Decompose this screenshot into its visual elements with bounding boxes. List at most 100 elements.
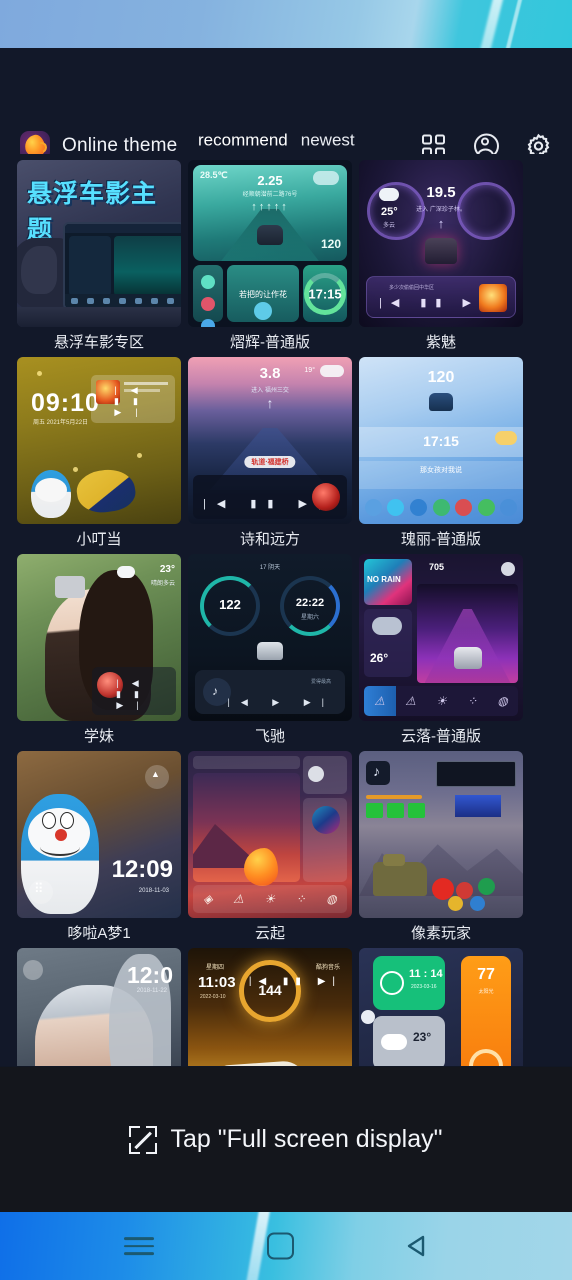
dock-icon xyxy=(478,878,495,895)
weather-text: 多云 xyxy=(383,223,396,229)
theme-thumbnail[interactable]: NO RAIN 26° 705 ⚠ ⚠ ☀ ⁘ ◍ xyxy=(359,554,523,721)
theme-label: 学妹 xyxy=(83,728,114,745)
cloud-icon xyxy=(313,171,339,185)
theme-card[interactable]: NO RAIN 26° 705 ⚠ ⚠ ☀ ⁘ ◍ 云落-普通版 xyxy=(359,554,523,751)
app-dock xyxy=(426,876,518,914)
date-value: 2018-11-03 xyxy=(138,888,169,894)
song-title: 爱得最高 xyxy=(310,679,331,685)
account-head xyxy=(481,137,489,146)
speed-value: 120 xyxy=(427,369,455,386)
tab-recommend-label: recommend xyxy=(198,130,288,150)
theme-thumbnail[interactable] xyxy=(359,751,523,918)
theme-card[interactable]: ◈ ⚠ ☀ ⁘ ◍ 云起 xyxy=(188,751,352,948)
sparkle xyxy=(137,453,142,458)
theme-card[interactable]: 悬浮车影主题 悬浮车影专区 xyxy=(17,160,181,357)
cloud-icon xyxy=(320,365,344,377)
weather-text: 晴朗多云 xyxy=(150,581,175,587)
album-art xyxy=(479,284,507,312)
character-mouth xyxy=(40,838,80,856)
grid-cell xyxy=(435,134,445,145)
theme-label: 云起 xyxy=(254,925,285,942)
theme-card[interactable]: 17 阴天 122 22:22 星期六 ♪ 爱得最高 |◀ ▶ ▶| 飞驰 xyxy=(188,554,352,751)
theme-thumbnail[interactable]: 19° 3.8 进入 福州三交 ↑ 轨道·福建桥 |◀ ▮▮ ▶| xyxy=(188,357,352,524)
theme-label: 云落-普通版 xyxy=(401,728,481,745)
compass-icon xyxy=(201,319,215,327)
gauge-widget: 77 太阳光 xyxy=(461,956,511,1066)
unit-left-pane xyxy=(69,236,111,296)
theme-thumbnail[interactable]: 28.5℃ 2.25 经顺朝潜前二路76号 ↑↑↑↑↑ 120 若把的让作花 1… xyxy=(188,160,352,327)
dock-icon xyxy=(500,498,518,516)
mirror-inner xyxy=(21,246,57,294)
cloud-icon xyxy=(372,617,402,635)
theme-thumbnail[interactable]: 12:09 2018-11-03 xyxy=(17,751,181,918)
theme-thumbnail[interactable]: 144 星期四 11:03 2022-03-10 酷狗音乐 |◀ ▮▮ ▶| xyxy=(188,948,352,1066)
app-dock xyxy=(359,494,523,520)
music-icon xyxy=(201,297,215,311)
theme-thumbnail[interactable]: ◈ ⚠ ☀ ⁘ ◍ xyxy=(188,751,352,918)
car-shape xyxy=(212,1059,308,1066)
theme-card[interactable]: 144 星期四 11:03 2022-03-10 酷狗音乐 |◀ ▮▮ ▶| xyxy=(188,948,352,1066)
theme-thumbnail[interactable]: 25° 多云 19.5 进入 广深珍子林。 ↑ 多少次偷偷回中华区 |◀ ▮▮ … xyxy=(359,160,523,327)
theme-thumbnail[interactable]: 悬浮车影主题 xyxy=(17,160,181,327)
account-widget xyxy=(303,756,347,794)
phone-screen: Online theme recommend newest 悬浮车影主题 悬浮车… xyxy=(0,0,572,1280)
music-widget xyxy=(303,798,347,882)
theme-card[interactable]: 19° 3.8 进入 福州三交 ↑ 轨道·福建桥 |◀ ▮▮ ▶| 诗和远方 xyxy=(188,357,352,554)
progress-bar xyxy=(366,795,422,799)
theme-grid-scroll[interactable]: 悬浮车影主题 悬浮车影专区 28.5℃ 2.25 经顺朝潜前二路76号 ↑↑↑↑… xyxy=(0,154,572,1066)
theme-label: 紫魅 xyxy=(425,334,456,351)
compass-icon: ◍ xyxy=(497,694,508,708)
car-shape xyxy=(257,225,283,245)
system-nav-bar xyxy=(0,1212,572,1280)
nav-text: 进入 广深珍子林。 xyxy=(416,207,466,213)
music-note-icon: ♪ xyxy=(212,684,218,698)
play-button xyxy=(387,803,404,818)
theme-card[interactable]: 28.5℃ 2.25 经顺朝潜前二路76号 ↑↑↑↑↑ 120 若把的让作花 1… xyxy=(188,160,352,357)
brightness-icon: ☀ xyxy=(436,694,447,708)
theme-thumbnail[interactable]: 17 阴天 122 22:22 星期六 ♪ 爱得最高 |◀ ▶ ▶| xyxy=(188,554,352,721)
menu-line xyxy=(124,1252,154,1255)
recents-button[interactable] xyxy=(124,1232,154,1260)
dock-icon xyxy=(167,298,174,304)
car-shape xyxy=(429,393,453,411)
theme-grid: 悬浮车影主题 悬浮车影专区 28.5℃ 2.25 经顺朝潜前二路76号 ↑↑↑↑… xyxy=(0,154,572,1066)
clock-value: 22:22 xyxy=(295,597,325,609)
theme-thumbnail[interactable]: 120 17:15 那女孩对我说 xyxy=(359,357,523,524)
theme-card[interactable]: 25° 多云 19.5 进入 广深珍子林。 ↑ 多少次偷偷回中华区 |◀ ▮▮ … xyxy=(359,160,523,357)
theme-card[interactable]: 23° 晴朗多云 |◀ ▮▮ ▶| 学妹 xyxy=(17,554,181,751)
album-art xyxy=(312,483,340,511)
cloud-icon xyxy=(381,1034,407,1050)
brightness-icon: ☀ xyxy=(264,892,276,906)
lane-arrows: ↑↑↑↑↑ xyxy=(251,201,289,213)
theme-card[interactable]: 像素玩家 xyxy=(359,751,523,948)
theme-thumbnail[interactable]: 09:10 周五 2021年5月22日 |◀ ▮▮ ▶| xyxy=(17,357,181,524)
status-bar xyxy=(0,0,572,48)
player-controls: |◀ ▮▮ ▶| xyxy=(116,678,152,710)
theme-card[interactable]: 120 17:15 那女孩对我说 瑰丽-普通版 xyxy=(359,357,523,554)
theme-card[interactable]: 11 : 14 2023-03-16 77 太阳光 23° xyxy=(359,948,523,1066)
theme-label: 像素玩家 xyxy=(410,925,471,942)
theme-thumbnail[interactable]: 11 : 14 2023-03-16 77 太阳光 23° xyxy=(359,948,523,1066)
corner xyxy=(146,1142,158,1154)
fullscreen-tip-text: Tap "Full screen display" xyxy=(170,1125,443,1153)
theme-label: 熠辉-普通版 xyxy=(230,334,310,351)
theme-card[interactable]: 12:0 2018-11-22 xyxy=(17,948,181,1066)
back-button[interactable] xyxy=(404,1233,425,1259)
clock-date: 2023-03-16 xyxy=(411,984,437,990)
quick-column xyxy=(193,265,223,327)
theme-label: 瑰丽-普通版 xyxy=(401,531,481,548)
dock-icon xyxy=(71,298,78,304)
theme-card[interactable]: 09:10 周五 2021年5月22日 |◀ ▮▮ ▶| 小叮当 xyxy=(17,357,181,554)
fullscreen-tip-bar[interactable]: Tap "Full screen display" xyxy=(0,1067,572,1212)
app-header: Online theme recommend newest xyxy=(0,48,572,163)
tab-newest-label: newest xyxy=(300,130,355,150)
theme-card[interactable]: 12:09 2018-11-03 哆啦A梦1 xyxy=(17,751,181,948)
theme-thumbnail[interactable]: 12:0 2018-11-22 xyxy=(17,948,181,1066)
car-shape xyxy=(453,647,482,669)
clock-value: 17:15 xyxy=(308,286,342,301)
dock-icon xyxy=(119,298,126,304)
theme-thumbnail[interactable]: 23° 晴朗多云 |◀ ▮▮ ▶| xyxy=(17,554,181,721)
theme-label: 飞驰 xyxy=(254,728,285,745)
home-button[interactable] xyxy=(267,1232,294,1260)
dock-icon xyxy=(151,298,158,304)
